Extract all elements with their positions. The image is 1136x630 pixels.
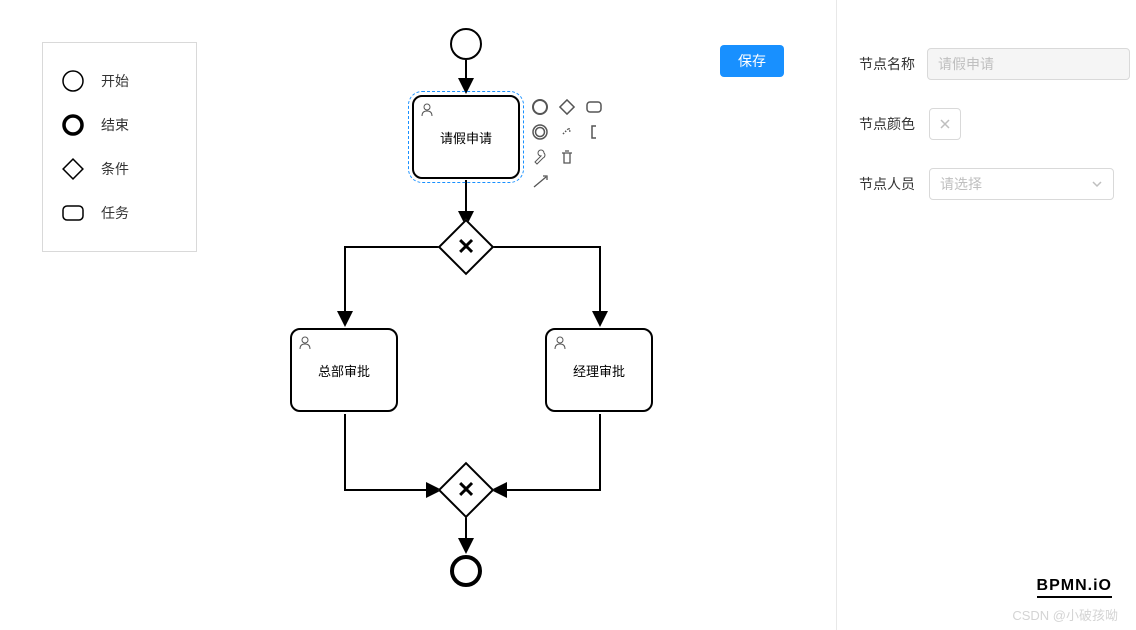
task-label: 请假申请 [440,128,492,147]
node-name-input[interactable] [927,48,1130,80]
pad-trash-icon[interactable] [557,147,577,167]
node-color-label: 节点颜色 [859,114,917,134]
node-person-label: 节点人员 [859,174,917,194]
flow-edges [0,0,820,630]
user-icon [552,335,568,351]
gateway-node-2[interactable]: ✕ [446,470,486,510]
pad-task-icon[interactable] [584,97,604,117]
pad-wrench-icon[interactable] [530,147,550,167]
task-label: 总部审批 [318,361,370,380]
chevron-down-icon [1091,178,1103,190]
node-name-label: 节点名称 [859,54,915,74]
start-event-node[interactable] [450,28,482,60]
task-node-hq-approval[interactable]: 总部审批 [290,328,398,412]
pad-bracket-icon[interactable] [584,122,604,142]
watermark: CSDN @小破孩呦 [1012,605,1118,624]
user-icon [419,102,435,118]
pad-gateway-icon[interactable] [557,97,577,117]
bpmn-logo: BPMN.iO [1037,577,1112,598]
node-person-select[interactable]: 请选择 [929,168,1114,200]
close-icon [939,118,951,130]
task-label: 经理审批 [573,361,625,380]
properties-panel: 节点名称 节点颜色 节点人员 请选择 [836,0,1136,630]
bpmn-canvas[interactable]: 请假申请 ✕ 总部审批 经理审批 ✕ [0,0,820,630]
context-pad [530,97,606,192]
pad-intermediate-event-icon[interactable] [530,122,550,142]
end-event-node[interactable] [450,555,482,587]
gateway-node-1[interactable]: ✕ [446,227,486,267]
node-color-picker[interactable] [929,108,961,140]
pad-connect-icon[interactable] [530,172,550,192]
task-node-leave-request[interactable]: 请假申请 [412,95,520,179]
user-icon [297,335,313,351]
task-node-manager-approval[interactable]: 经理审批 [545,328,653,412]
pad-annotation-icon[interactable] [557,122,577,142]
pad-start-event-icon[interactable] [530,97,550,117]
save-button[interactable]: 保存 [720,45,784,77]
select-placeholder: 请选择 [940,174,982,194]
